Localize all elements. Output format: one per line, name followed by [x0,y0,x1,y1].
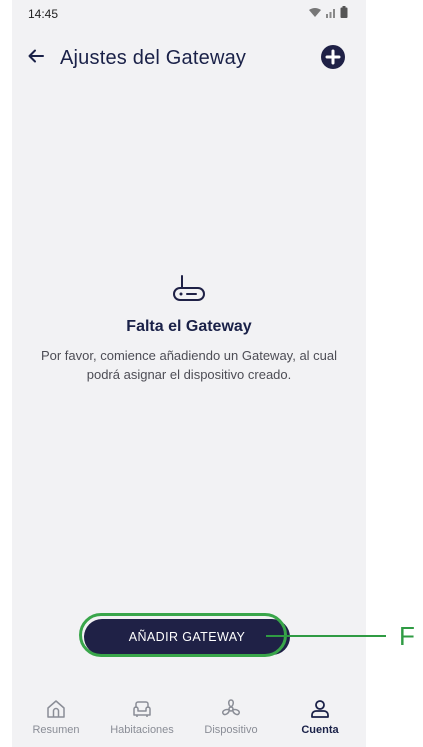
nav-item-habitaciones[interactable]: Habitaciones [98,690,186,736]
status-time: 14:45 [28,7,59,21]
home-icon [47,700,65,718]
nav-label-cuenta: Cuenta [301,724,339,736]
user-icon [311,700,329,718]
add-gateway-button[interactable]: AÑADIR GATEWAY [84,619,290,655]
empty-state-message: Por favor, comience añadiendo un Gateway… [40,348,338,382]
status-bar: 14:45 [12,0,366,28]
empty-state: Falta el Gateway Por favor, comience aña… [12,272,366,384]
nav-label-dispositivo: Dispositivo [204,724,258,736]
app-bar: Ajustes del Gateway [12,40,366,84]
router-icon [173,275,205,301]
wifi-icon [309,8,321,17]
plus-circle-icon[interactable] [320,44,346,70]
nav-item-dispositivo[interactable]: Dispositivo [187,690,275,736]
status-icons [308,6,348,18]
sofa-icon [133,701,151,717]
battery-icon [340,6,348,18]
bottom-nav: Resumen Habitaciones Dispositivo Cuenta [12,690,366,747]
nav-item-resumen[interactable]: Resumen [12,690,100,736]
annotation-label: F [399,621,415,651]
arrow-left-icon[interactable] [24,44,48,68]
page-title: Ajustes del Gateway [60,47,247,69]
empty-state-title: Falta el Gateway [126,318,252,335]
nav-label-resumen: Resumen [32,724,80,736]
nav-item-cuenta[interactable]: Cuenta [276,690,364,736]
fan-icon [221,699,241,716]
annotation-leader-line [266,635,386,637]
signal-icon [326,9,335,18]
nav-label-habitaciones: Habitaciones [110,724,174,736]
